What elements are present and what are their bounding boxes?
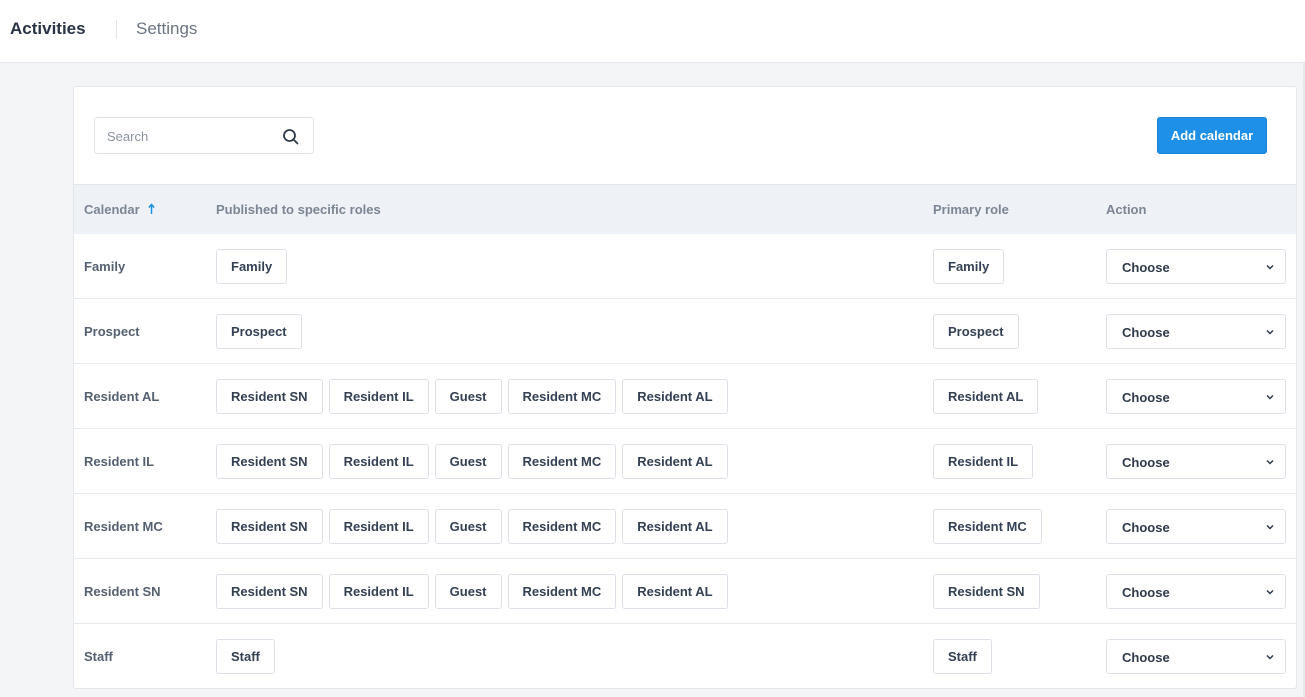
table-row: Prospect Prospect Prospect Choose <box>74 299 1296 364</box>
table-row: Resident AL Resident SN Resident IL Guest Re… <box>74 364 1296 429</box>
chevron-down-icon <box>1266 459 1274 465</box>
table-row: Resident IL Resident SN Resident IL Guest Re… <box>74 429 1296 494</box>
add-calendar-button[interactable]: Add calendar <box>1157 117 1267 154</box>
primary-role-chip: Resident IL <box>933 444 1034 479</box>
search-icon[interactable] <box>282 128 300 146</box>
action-select[interactable]: Choose <box>1106 314 1286 349</box>
role-chip: Resident MC <box>507 444 617 479</box>
role-chip: Resident IL <box>328 379 429 414</box>
action-select-label: Choose <box>1122 520 1170 535</box>
action-select-label: Choose <box>1122 650 1170 665</box>
top-navigation: Activities Settings <box>0 0 1305 63</box>
primary-role-chip: Resident MC <box>933 509 1042 544</box>
table-row: Family Family Family Choose <box>74 234 1296 299</box>
search-box <box>94 117 314 154</box>
tab-divider <box>116 20 117 39</box>
action-select-label: Choose <box>1122 325 1170 340</box>
primary-role-chip: Prospect <box>933 314 1019 349</box>
role-chip: Prospect <box>216 314 302 349</box>
action-select-label: Choose <box>1122 260 1170 275</box>
role-chip: Resident IL <box>328 444 429 479</box>
chevron-down-icon <box>1266 654 1274 660</box>
role-chip: Resident MC <box>507 509 617 544</box>
role-chip: Staff <box>216 639 275 674</box>
column-header-roles: Published to specific roles <box>216 202 381 217</box>
action-select-label: Choose <box>1122 455 1170 470</box>
action-select-label: Choose <box>1122 585 1170 600</box>
role-chip-list: Resident SN Resident IL Guest Resident MC Re… <box>216 379 728 414</box>
table-row: Resident MC Resident SN Resident IL Guest Re… <box>74 494 1296 559</box>
role-chip: Resident SN <box>216 574 323 609</box>
action-select[interactable]: Choose <box>1106 509 1286 544</box>
role-chip-list: Resident SN Resident IL Guest Resident MC Re… <box>216 444 728 479</box>
role-chip: Resident SN <box>216 379 323 414</box>
chevron-down-icon <box>1266 329 1274 335</box>
calendar-name: Prospect <box>84 324 140 339</box>
calendars-card: Add calendar Calendar Published to speci… <box>73 86 1297 689</box>
calendar-name: Family <box>84 259 126 274</box>
role-chip: Resident AL <box>622 379 728 414</box>
role-chip: Resident IL <box>328 574 429 609</box>
chevron-down-icon <box>1266 264 1274 270</box>
column-header-action: Action <box>1106 202 1147 217</box>
role-chip: Guest <box>434 444 502 479</box>
calendar-name: Resident SN <box>84 584 161 599</box>
action-select[interactable]: Choose <box>1106 249 1286 284</box>
primary-role-chip: Resident SN <box>933 574 1040 609</box>
role-chip: Resident AL <box>622 509 728 544</box>
role-chip: Resident MC <box>507 379 617 414</box>
role-chip: Family <box>216 249 288 284</box>
tab-settings[interactable]: Settings <box>136 19 197 39</box>
role-chip: Guest <box>434 509 502 544</box>
role-chip: Resident AL <box>622 574 728 609</box>
search-input[interactable] <box>107 127 277 145</box>
chevron-down-icon <box>1266 524 1274 530</box>
role-chip: Guest <box>434 574 502 609</box>
table-row: Staff Staff Staff Choose <box>74 624 1296 688</box>
primary-role-chip: Staff <box>933 639 992 674</box>
primary-role-chip: Family <box>933 249 1005 284</box>
role-chip-list: Resident SN Resident IL Guest Resident MC Re… <box>216 509 728 544</box>
role-chip-list: Prospect <box>216 314 302 349</box>
calendar-name: Resident MC <box>84 519 163 534</box>
role-chip: Guest <box>434 379 502 414</box>
role-chip: Resident SN <box>216 444 323 479</box>
role-chip-list: Staff <box>216 639 275 674</box>
role-chip: Resident SN <box>216 509 323 544</box>
chevron-down-icon <box>1266 394 1274 400</box>
table-header: Calendar Published to specific roles Pri… <box>74 184 1296 234</box>
role-chip-list: Resident SN Resident IL Guest Resident MC Re… <box>216 574 728 609</box>
calendar-name: Staff <box>84 649 113 664</box>
column-header-calendar[interactable]: Calendar <box>84 202 156 217</box>
action-select[interactable]: Choose <box>1106 379 1286 414</box>
table-row: Resident SN Resident SN Resident IL Guest Re… <box>74 559 1296 624</box>
action-select[interactable]: Choose <box>1106 574 1286 609</box>
tab-activities[interactable]: Activities <box>10 19 86 39</box>
table-body: Family Family Family Choose Prospect Prospect… <box>74 234 1296 688</box>
primary-role-chip: Resident AL <box>933 379 1039 414</box>
action-select[interactable]: Choose <box>1106 639 1286 674</box>
role-chip: Resident MC <box>507 574 617 609</box>
role-chip-list: Family <box>216 249 288 284</box>
column-header-calendar-label: Calendar <box>84 202 140 217</box>
calendar-name: Resident AL <box>84 389 160 404</box>
role-chip: Resident AL <box>622 444 728 479</box>
chevron-down-icon <box>1266 589 1274 595</box>
column-header-primary-role: Primary role <box>933 202 1009 217</box>
action-select-label: Choose <box>1122 390 1170 405</box>
calendar-name: Resident IL <box>84 454 155 469</box>
arrow-up-icon[interactable] <box>148 203 156 215</box>
role-chip: Resident IL <box>328 509 429 544</box>
action-select[interactable]: Choose <box>1106 444 1286 479</box>
